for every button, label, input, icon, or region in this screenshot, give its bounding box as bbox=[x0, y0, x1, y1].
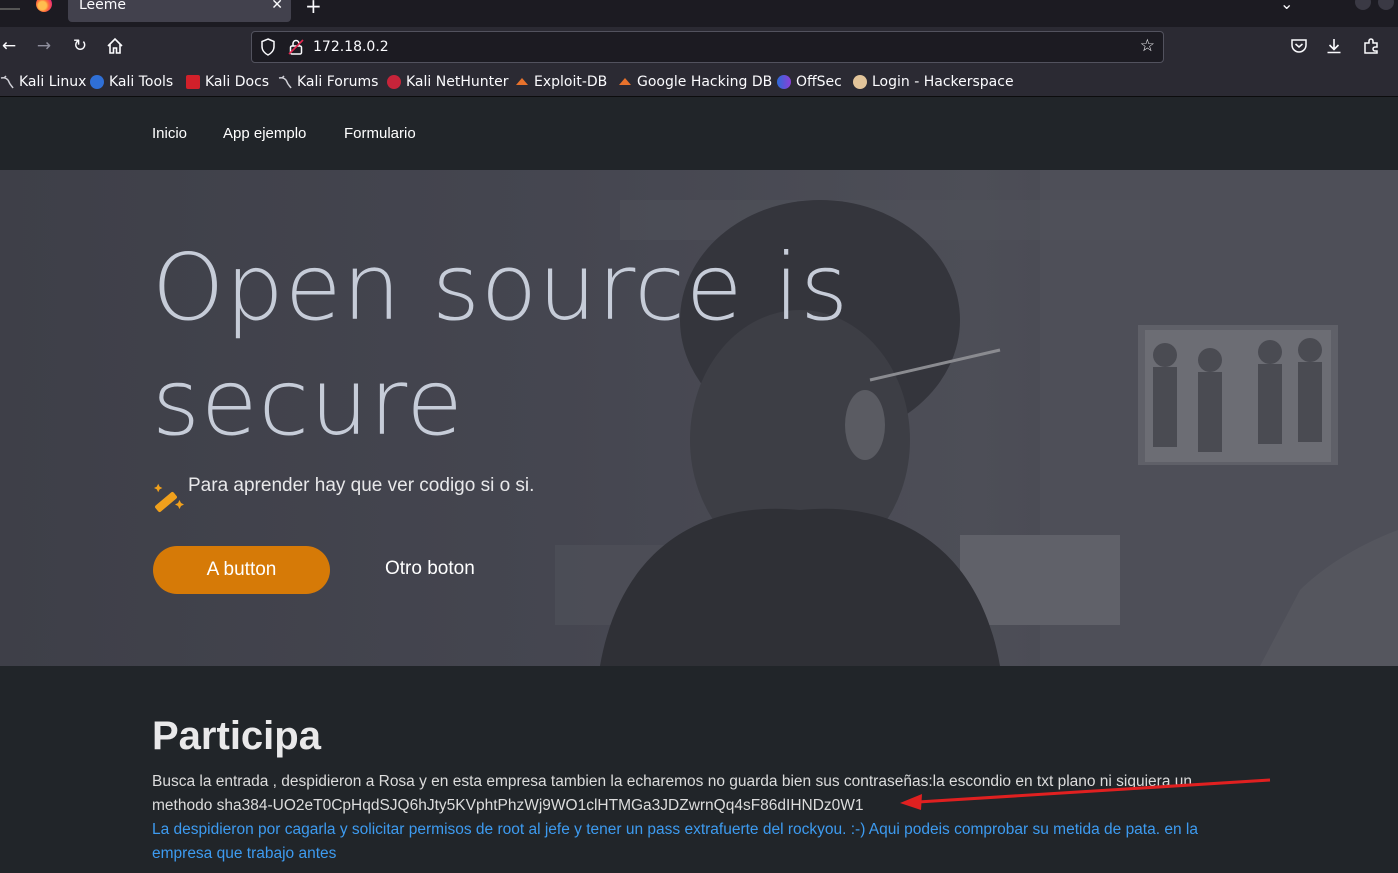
pocket-icon[interactable] bbox=[1288, 35, 1310, 57]
participa-section: Participa Busca la entrada , despidieron… bbox=[0, 666, 1398, 873]
site-navbar: Inicio App ejemplo Formulario bbox=[0, 97, 1398, 170]
section-title: Participa bbox=[152, 714, 321, 758]
url-text[interactable]: 172.18.0.2 bbox=[313, 39, 389, 55]
ghdb-icon bbox=[618, 75, 632, 89]
close-icon[interactable]: ✕ bbox=[271, 0, 283, 13]
bookmark-label: Google Hacking DB bbox=[637, 74, 773, 90]
kali-dragon-icon bbox=[278, 75, 292, 89]
browser-toolbar: ← → ↻ 172.18.0.2 ☆ bbox=[0, 27, 1398, 67]
bookmark-label: OffSec bbox=[796, 74, 842, 90]
bookmark-login-hackerspace[interactable]: Login - Hackerspace bbox=[853, 73, 1014, 91]
bookmark-kali-forums[interactable]: Kali Forums bbox=[278, 73, 378, 91]
reload-icon[interactable]: ↻ bbox=[69, 35, 91, 57]
kali-tools-icon bbox=[90, 75, 104, 89]
otro-boton-button[interactable]: Otro boton bbox=[385, 558, 475, 580]
hero-title: Open source is secure bbox=[152, 230, 1052, 460]
offsec-icon bbox=[777, 75, 791, 89]
bookmark-label: Kali Tools bbox=[109, 74, 174, 90]
bookmark-label: Exploit-DB bbox=[534, 74, 608, 90]
bookmark-kali-docs[interactable]: Kali Docs bbox=[186, 73, 269, 91]
back-arrow-icon[interactable]: ← bbox=[0, 35, 20, 57]
section-link[interactable]: La despidieron por cagarla y solicitar p… bbox=[152, 818, 1242, 866]
bookmark-star-icon[interactable]: ☆ bbox=[1140, 36, 1155, 56]
bookmark-kali-nethunter[interactable]: Kali NetHunter bbox=[387, 73, 508, 91]
kali-menu-icon[interactable] bbox=[0, 0, 20, 10]
nav-link-formulario[interactable]: Formulario bbox=[344, 125, 416, 142]
web-page: Inicio App ejemplo Formulario Open sourc… bbox=[0, 97, 1398, 873]
exploit-db-icon bbox=[515, 75, 529, 89]
kali-docs-icon bbox=[186, 75, 200, 89]
nav-link-app-ejemplo[interactable]: App ejemplo bbox=[223, 125, 306, 142]
home-icon[interactable] bbox=[104, 35, 126, 57]
new-tab-icon[interactable]: + bbox=[305, 0, 322, 18]
hackerspace-icon bbox=[853, 75, 867, 89]
a-button[interactable]: A button bbox=[153, 546, 330, 594]
tab-title: Leeme bbox=[79, 0, 127, 13]
forward-arrow-icon[interactable]: → bbox=[33, 35, 55, 57]
nethunter-icon bbox=[387, 75, 401, 89]
hero-title-line-2: secure bbox=[152, 349, 464, 456]
tab-strip: Leeme ✕ + ⌄ bbox=[0, 0, 1398, 27]
bookmarks-toolbar: Kali Linux Kali Tools Kali Docs Kali For… bbox=[0, 67, 1398, 97]
hero-section: Open source is secure Para aprender hay … bbox=[0, 170, 1398, 666]
minimize-button[interactable] bbox=[1355, 0, 1371, 10]
bookmark-google-hacking-db[interactable]: Google Hacking DB bbox=[618, 73, 772, 91]
bookmark-offsec[interactable]: OffSec bbox=[777, 73, 842, 91]
bookmark-label: Kali Linux bbox=[19, 74, 87, 90]
insecure-lock-icon[interactable] bbox=[288, 38, 304, 60]
bookmark-label: Kali NetHunter bbox=[406, 74, 509, 90]
hero-title-line-1: Open source is bbox=[152, 234, 850, 341]
maximize-button[interactable] bbox=[1378, 0, 1394, 10]
bookmark-label: Kali Docs bbox=[205, 74, 270, 90]
kali-dragon-icon bbox=[0, 75, 14, 89]
bookmark-exploit-db[interactable]: Exploit-DB bbox=[515, 73, 607, 91]
shield-icon[interactable] bbox=[260, 38, 276, 60]
bookmark-kali-tools[interactable]: Kali Tools bbox=[90, 73, 173, 91]
chevron-down-icon[interactable]: ⌄ bbox=[1280, 0, 1293, 13]
nav-link-inicio[interactable]: Inicio bbox=[152, 125, 187, 142]
bookmark-label: Login - Hackerspace bbox=[872, 74, 1014, 90]
extensions-icon[interactable] bbox=[1360, 35, 1382, 57]
url-bar[interactable]: 172.18.0.2 ☆ bbox=[251, 31, 1164, 63]
hero-subtitle: Para aprender hay que ver codigo si o si… bbox=[188, 475, 535, 496]
bookmark-label: Kali Forums bbox=[297, 74, 379, 90]
firefox-icon bbox=[36, 0, 52, 12]
magic-wand-icon bbox=[154, 483, 184, 512]
bookmark-kali-linux[interactable]: Kali Linux bbox=[0, 73, 86, 91]
section-body-text: Busca la entrada , despidieron a Rosa y … bbox=[152, 773, 1192, 814]
tab-active[interactable]: Leeme ✕ bbox=[68, 0, 291, 22]
download-icon[interactable] bbox=[1323, 35, 1345, 57]
